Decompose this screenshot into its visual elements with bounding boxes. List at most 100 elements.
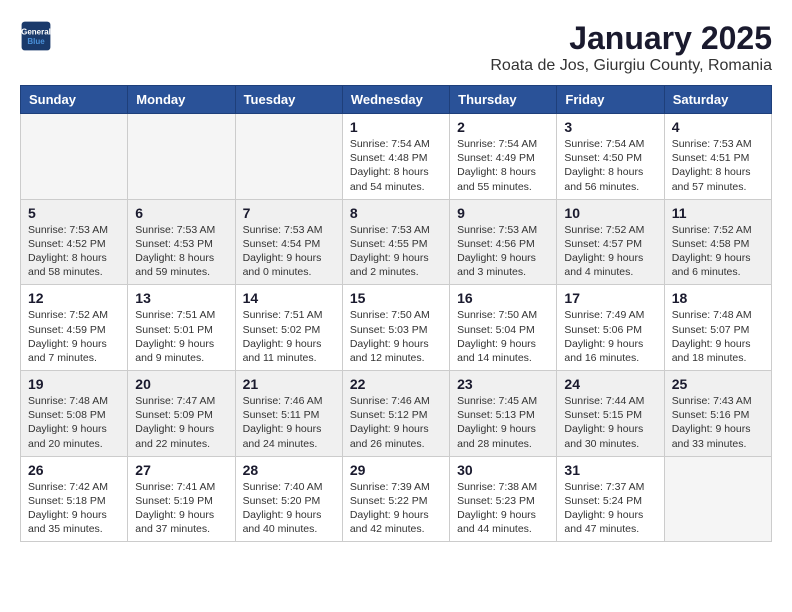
day-info: Sunrise: 7:45 AM Sunset: 5:13 PM Dayligh… [457, 394, 549, 451]
day-cell: 10 Sunrise: 7:52 AM Sunset: 4:57 PM Dayli… [557, 199, 664, 285]
day-cell: 1Sunrise: 7:54 AM Sunset: 4:48 PM Daylig… [342, 114, 449, 200]
day-number: 20 [135, 376, 227, 392]
day-number: 23 [457, 376, 549, 392]
day-number: 28 [243, 462, 335, 478]
day-cell [128, 114, 235, 200]
day-info: Sunrise: 7:47 AM Sunset: 5:09 PM Dayligh… [135, 394, 227, 451]
header-wednesday: Wednesday [342, 86, 449, 114]
week-row-2: 5Sunrise: 7:53 AM Sunset: 4:52 PM Daylig… [21, 199, 772, 285]
day-info: Sunrise: 7:52 AM Sunset: 4:58 PM Dayligh… [672, 223, 764, 280]
day-number: 2 [457, 119, 549, 135]
day-info: Sunrise: 7:52 AM Sunset: 4:57 PM Dayligh… [564, 223, 656, 280]
title-section: January 2025 Roata de Jos, Giurgiu Count… [490, 20, 772, 75]
day-number: 31 [564, 462, 656, 478]
day-info: Sunrise: 7:54 AM Sunset: 4:48 PM Dayligh… [350, 137, 442, 194]
day-cell: 19 Sunrise: 7:48 AM Sunset: 5:08 PM Dayli… [21, 371, 128, 457]
day-info: Sunrise: 7:53 AM Sunset: 4:56 PM Dayligh… [457, 223, 549, 280]
day-cell: 9 Sunrise: 7:53 AM Sunset: 4:56 PM Daylig… [450, 199, 557, 285]
day-number: 9 [457, 205, 549, 221]
day-info: Sunrise: 7:53 AM Sunset: 4:55 PM Dayligh… [350, 223, 442, 280]
day-cell: 18 Sunrise: 7:48 AM Sunset: 5:07 PM Dayli… [664, 285, 771, 371]
day-number: 7 [243, 205, 335, 221]
day-info: Sunrise: 7:43 AM Sunset: 5:16 PM Dayligh… [672, 394, 764, 451]
day-cell: 15Sunrise: 7:50 AM Sunset: 5:03 PM Dayli… [342, 285, 449, 371]
day-cell [21, 114, 128, 200]
day-cell: 11 Sunrise: 7:52 AM Sunset: 4:58 PM Dayli… [664, 199, 771, 285]
day-cell: 17Sunrise: 7:49 AM Sunset: 5:06 PM Dayli… [557, 285, 664, 371]
day-number: 4 [672, 119, 764, 135]
day-info: Sunrise: 7:46 AM Sunset: 5:11 PM Dayligh… [243, 394, 335, 451]
day-info: Sunrise: 7:53 AM Sunset: 4:52 PM Dayligh… [28, 223, 120, 280]
day-number: 14 [243, 290, 335, 306]
day-number: 19 [28, 376, 120, 392]
day-cell: 3 Sunrise: 7:54 AM Sunset: 4:50 PM Daylig… [557, 114, 664, 200]
day-info: Sunrise: 7:53 AM Sunset: 4:51 PM Dayligh… [672, 137, 764, 194]
day-info: Sunrise: 7:51 AM Sunset: 5:01 PM Dayligh… [135, 308, 227, 365]
day-info: Sunrise: 7:37 AM Sunset: 5:24 PM Dayligh… [564, 480, 656, 537]
day-number: 11 [672, 205, 764, 221]
day-cell: 5Sunrise: 7:53 AM Sunset: 4:52 PM Daylig… [21, 199, 128, 285]
header-thursday: Thursday [450, 86, 557, 114]
header-monday: Monday [128, 86, 235, 114]
day-info: Sunrise: 7:41 AM Sunset: 5:19 PM Dayligh… [135, 480, 227, 537]
day-cell: 16Sunrise: 7:50 AM Sunset: 5:04 PM Dayli… [450, 285, 557, 371]
day-number: 3 [564, 119, 656, 135]
day-number: 16 [457, 290, 549, 306]
day-info: Sunrise: 7:54 AM Sunset: 4:50 PM Dayligh… [564, 137, 656, 194]
week-row-4: 19 Sunrise: 7:48 AM Sunset: 5:08 PM Dayli… [21, 371, 772, 457]
day-number: 15 [350, 290, 442, 306]
day-info: Sunrise: 7:48 AM Sunset: 5:07 PM Dayligh… [672, 308, 764, 365]
day-number: 13 [135, 290, 227, 306]
calendar-header-row: SundayMondayTuesdayWednesdayThursdayFrid… [21, 86, 772, 114]
day-number: 30 [457, 462, 549, 478]
day-info: Sunrise: 7:52 AM Sunset: 4:59 PM Dayligh… [28, 308, 120, 365]
day-info: Sunrise: 7:49 AM Sunset: 5:06 PM Dayligh… [564, 308, 656, 365]
header-tuesday: Tuesday [235, 86, 342, 114]
day-number: 25 [672, 376, 764, 392]
day-number: 24 [564, 376, 656, 392]
day-cell: 27 Sunrise: 7:41 AM Sunset: 5:19 PM Dayli… [128, 456, 235, 542]
calendar-table: SundayMondayTuesdayWednesdayThursdayFrid… [20, 85, 772, 542]
logo-icon: General Blue [20, 20, 52, 52]
week-row-1: 1Sunrise: 7:54 AM Sunset: 4:48 PM Daylig… [21, 114, 772, 200]
day-cell: 20 Sunrise: 7:47 AM Sunset: 5:09 PM Dayli… [128, 371, 235, 457]
day-cell: 8 Sunrise: 7:53 AM Sunset: 4:55 PM Daylig… [342, 199, 449, 285]
calendar-subtitle: Roata de Jos, Giurgiu County, Romania [490, 57, 772, 75]
day-cell: 14 Sunrise: 7:51 AM Sunset: 5:02 PM Dayli… [235, 285, 342, 371]
day-cell [235, 114, 342, 200]
logo: General Blue [20, 20, 52, 52]
day-cell: 26Sunrise: 7:42 AM Sunset: 5:18 PM Dayli… [21, 456, 128, 542]
day-info: Sunrise: 7:44 AM Sunset: 5:15 PM Dayligh… [564, 394, 656, 451]
day-number: 27 [135, 462, 227, 478]
day-info: Sunrise: 7:46 AM Sunset: 5:12 PM Dayligh… [350, 394, 442, 451]
day-info: Sunrise: 7:51 AM Sunset: 5:02 PM Dayligh… [243, 308, 335, 365]
day-number: 10 [564, 205, 656, 221]
header-saturday: Saturday [664, 86, 771, 114]
day-number: 18 [672, 290, 764, 306]
day-info: Sunrise: 7:38 AM Sunset: 5:23 PM Dayligh… [457, 480, 549, 537]
day-info: Sunrise: 7:40 AM Sunset: 5:20 PM Dayligh… [243, 480, 335, 537]
day-cell: 21Sunrise: 7:46 AM Sunset: 5:11 PM Dayli… [235, 371, 342, 457]
svg-text:General: General [21, 27, 51, 36]
day-number: 29 [350, 462, 442, 478]
day-number: 6 [135, 205, 227, 221]
day-cell: 23 Sunrise: 7:45 AM Sunset: 5:13 PM Dayli… [450, 371, 557, 457]
day-number: 12 [28, 290, 120, 306]
day-cell: 12 Sunrise: 7:52 AM Sunset: 4:59 PM Dayli… [21, 285, 128, 371]
day-cell: 4 Sunrise: 7:53 AM Sunset: 4:51 PM Daylig… [664, 114, 771, 200]
header-sunday: Sunday [21, 86, 128, 114]
day-cell: 7Sunrise: 7:53 AM Sunset: 4:54 PM Daylig… [235, 199, 342, 285]
svg-text:Blue: Blue [27, 37, 45, 46]
week-row-5: 26Sunrise: 7:42 AM Sunset: 5:18 PM Dayli… [21, 456, 772, 542]
day-cell: 29Sunrise: 7:39 AM Sunset: 5:22 PM Dayli… [342, 456, 449, 542]
day-info: Sunrise: 7:54 AM Sunset: 4:49 PM Dayligh… [457, 137, 549, 194]
day-cell: 22 Sunrise: 7:46 AM Sunset: 5:12 PM Dayli… [342, 371, 449, 457]
day-number: 8 [350, 205, 442, 221]
day-cell [664, 456, 771, 542]
day-cell: 6Sunrise: 7:53 AM Sunset: 4:53 PM Daylig… [128, 199, 235, 285]
day-info: Sunrise: 7:48 AM Sunset: 5:08 PM Dayligh… [28, 394, 120, 451]
day-cell: 25 Sunrise: 7:43 AM Sunset: 5:16 PM Dayli… [664, 371, 771, 457]
day-cell: 31 Sunrise: 7:37 AM Sunset: 5:24 PM Dayli… [557, 456, 664, 542]
day-number: 22 [350, 376, 442, 392]
day-cell: 2 Sunrise: 7:54 AM Sunset: 4:49 PM Daylig… [450, 114, 557, 200]
